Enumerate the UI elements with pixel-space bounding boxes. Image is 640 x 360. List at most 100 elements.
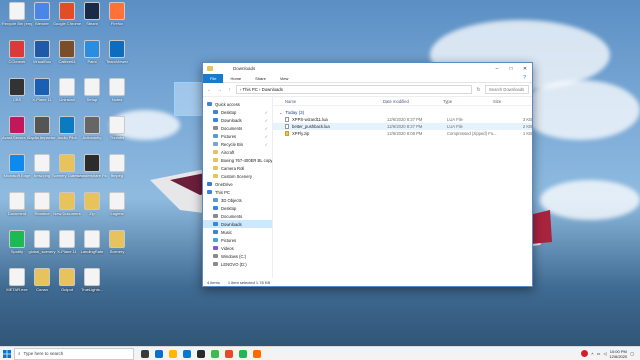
app-icon [197, 349, 205, 358]
nav-item[interactable]: Quick access [203, 100, 272, 108]
folder-icon [213, 158, 218, 162]
tab-file[interactable]: File [203, 73, 224, 83]
refresh-icon[interactable]: ↻ [475, 87, 482, 93]
app-icon [59, 78, 75, 96]
breadcrumb[interactable]: › This PC › Downloads [236, 85, 472, 94]
nav-item[interactable]: Music [203, 228, 272, 236]
nav-item[interactable]: This PC [203, 188, 272, 196]
app-icon [84, 154, 100, 172]
taskbar-app[interactable] [222, 347, 236, 360]
file-row[interactable]: XPPS-wizard11.lua 12/6/2020 8:37 PM LUA Fi… [273, 116, 532, 123]
desktop-icon[interactable]: Notes [102, 78, 132, 112]
column-name[interactable]: Name [273, 99, 383, 104]
app-icon [84, 268, 100, 286]
app-icon [84, 2, 100, 20]
folder-icon [213, 262, 218, 266]
tab-share[interactable]: Share [248, 74, 273, 83]
app-icon [109, 192, 125, 210]
tab-home[interactable]: Home [223, 74, 248, 83]
app-icon [59, 2, 75, 20]
desktop-icon-label: Lagtest [110, 212, 124, 216]
nav-item-label: Windows (C:) [221, 253, 247, 259]
group-header[interactable]: ⌄ Today (3) [273, 108, 532, 116]
nav-item[interactable]: Desktop ✓ [203, 108, 272, 116]
pin-icon: ✓ [264, 117, 268, 123]
app-icon [183, 349, 191, 358]
taskbar-app[interactable] [236, 347, 250, 360]
start-button[interactable] [0, 347, 14, 360]
network-icon[interactable]: ▭ [597, 351, 601, 356]
title-bar: Downloads – □ ✕ [203, 63, 532, 74]
clock[interactable]: 10:00 PM 12/6/2020 [609, 349, 627, 359]
nav-item[interactable]: Videos [203, 244, 272, 252]
back-arrow-icon[interactable]: ← [206, 87, 213, 93]
taskbar-app[interactable] [138, 347, 152, 360]
nav-item[interactable]: Downloads [203, 220, 272, 228]
close-button[interactable]: ✕ [518, 63, 532, 74]
nav-item-label: Recycle Bin [221, 141, 244, 147]
nav-item[interactable]: Recycle Bin ✓ [203, 140, 272, 148]
taskbar-search-input[interactable]: ⌕ Type here to search [14, 347, 134, 360]
status-item-count: 4 items [207, 279, 220, 285]
taskbar-app[interactable] [166, 347, 180, 360]
column-size[interactable]: Size [493, 99, 523, 104]
record-icon[interactable] [581, 350, 589, 357]
app-icon [34, 78, 50, 96]
minimize-button[interactable]: – [490, 63, 504, 74]
file-icon [285, 117, 289, 122]
taskbar: ⌕ Type here to search ˄ ▭ ◁ 10:00 PM 12/… [0, 346, 640, 360]
app-icon [155, 349, 163, 358]
desktop-icon[interactable]: Firefox [102, 2, 132, 36]
maximize-button[interactable]: □ [504, 63, 518, 74]
nav-item[interactable]: OneDrive [203, 180, 272, 188]
taskbar-app[interactable] [194, 347, 208, 360]
file-row[interactable]: XPFly.zip 12/6/2020 8:08 PM Compressed (zi… [273, 130, 532, 137]
up-arrow-icon[interactable]: ↑ [226, 87, 233, 93]
nav-item[interactable]: Windows (C:) [203, 252, 272, 260]
column-date[interactable]: Date modified [383, 99, 443, 104]
column-type[interactable]: Type [443, 99, 493, 104]
nav-item-label: LENOVO (D:) [221, 261, 247, 267]
nav-item[interactable]: Aircraft [203, 148, 272, 156]
desktop-icon[interactable]: Thumbs [102, 116, 132, 150]
address-bar-row: ← → ↑ › This PC › Downloads ↻ Search Dow… [203, 83, 532, 97]
taskbar-app[interactable] [180, 347, 194, 360]
nav-item[interactable]: Camera Roll [203, 164, 272, 172]
app-icon [169, 349, 177, 358]
search-input[interactable]: Search Downloads [485, 85, 529, 94]
pin-icon: ✓ [264, 125, 268, 131]
app-icon [34, 268, 50, 286]
desktop-icon[interactable]: Lagtest [102, 192, 132, 226]
help-icon[interactable]: ? [523, 75, 526, 81]
file-row[interactable]: better_pushback.lua 12/6/2020 8:37 PM LUA … [273, 123, 532, 130]
desktop-icon-selected[interactable] [174, 82, 204, 116]
desktop-icon[interactable]: TeamViewer [102, 40, 132, 74]
nav-item[interactable]: Documents [203, 212, 272, 220]
forward-arrow-icon[interactable]: → [216, 87, 223, 93]
tab-view[interactable]: View [273, 74, 296, 83]
chevron-up-icon[interactable]: ˄ [591, 351, 593, 356]
nav-item[interactable]: Documents ✓ [203, 124, 272, 132]
column-header-row: Name Date modified Type Size [273, 97, 532, 106]
nav-item[interactable]: Custom Scenery [203, 172, 272, 180]
taskbar-app[interactable] [152, 347, 166, 360]
taskbar-app[interactable] [250, 347, 264, 360]
nav-item[interactable]: LENOVO (D:) [203, 260, 272, 268]
desktop-icon[interactable]: Scenery [102, 230, 132, 264]
desktop-icon-label: Thumbs [109, 136, 125, 140]
nav-item-label: Desktop [221, 205, 237, 211]
taskbar-app[interactable] [208, 347, 222, 360]
notification-icon[interactable]: ▢ [630, 351, 634, 356]
nav-item[interactable]: Pictures [203, 236, 272, 244]
nav-item[interactable]: Desktop [203, 204, 272, 212]
app-icon [59, 154, 75, 172]
desktop-icon[interactable]: TrueLights... [77, 268, 107, 302]
nav-item[interactable]: Downloads ✓ [203, 116, 272, 124]
desktop-icon[interactable]: ffmpeg [102, 154, 132, 188]
nav-item[interactable]: Boeing 767-400ER BL copy [203, 156, 272, 164]
nav-item[interactable]: 3D Objects [203, 196, 272, 204]
nav-item[interactable]: Pictures ✓ [203, 132, 272, 140]
volume-icon[interactable]: ◁ [603, 351, 606, 356]
nav-item-label: Documents [221, 213, 243, 219]
app-icon [211, 349, 219, 358]
